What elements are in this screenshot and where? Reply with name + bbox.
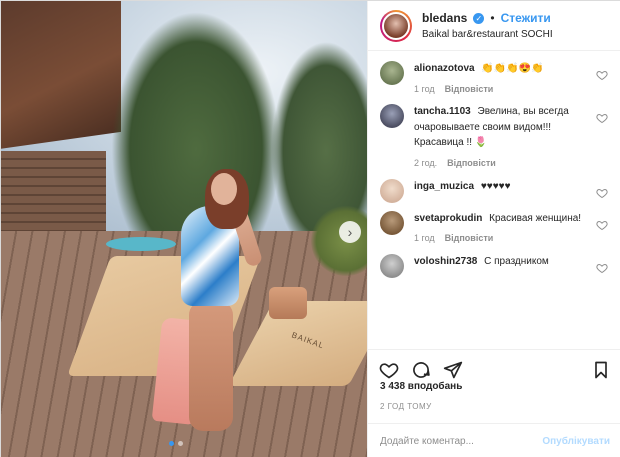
like-comment-heart-icon[interactable] [596,69,608,81]
comment-meta: 1 год Відповісти [414,232,581,246]
comment-avatar[interactable] [380,104,404,129]
header-text: bledans ✓ • Стежити Baikal bar&restauran… [422,11,553,40]
comment-item: alionazotova 👏👏👏😍👏 1 год Відповісти [380,61,610,96]
post-header: bledans ✓ • Стежити Baikal bar&restauran… [368,1,620,51]
like-comment-heart-icon[interactable] [596,219,608,231]
reply-button[interactable]: Відповісти [447,157,496,171]
comment-item: svetaprokudin Красивая женщина! 1 год Ві… [380,210,610,246]
comment-text: Красивая женщина! [489,212,582,224]
avatar[interactable] [382,11,410,40]
woman-legs [189,301,233,431]
share-paper-plane-icon[interactable] [442,359,464,381]
carousel-next-button[interactable]: › [339,221,361,243]
post-time[interactable]: 2 ГОД ТОМУ [380,402,432,411]
comment-time[interactable]: 1 год [414,232,435,246]
post-sidebar: bledans ✓ • Стежити Baikal bar&restauran… [367,1,620,457]
comments-list[interactable]: alionazotova 👏👏👏😍👏 1 год Відповісти tanc… [368,51,620,349]
comment-input[interactable] [380,435,533,447]
instagram-post: BAIKAL › bledans ✓ • Стежити Baikal bar&… [0,0,620,457]
comment-item: inga_muzica ♥♥♥♥♥ [380,178,610,203]
comment-body: voloshin2738 С праздником [414,254,549,278]
comment-body: alionazotova 👏👏👏😍👏 1 год Відповісти [414,61,544,96]
woman-head [211,173,237,205]
comment-username[interactable]: alionazotova [414,63,475,74]
reply-button[interactable]: Відповісти [445,83,494,97]
comment-avatar[interactable] [380,178,404,203]
user-row: bledans ✓ • Стежити [422,11,553,25]
pool [106,237,176,251]
post-photo[interactable]: BAIKAL › [1,1,367,457]
bookmark-icon[interactable] [590,359,612,381]
comment-avatar[interactable] [380,254,404,279]
location-link[interactable]: Baikal bar&restaurant SOCHI [422,29,553,40]
comment-time[interactable]: 1 год [414,83,435,97]
like-heart-icon[interactable] [378,359,400,381]
username-link[interactable]: bledans [422,11,467,25]
comment-username[interactable]: svetaprokudin [414,213,482,224]
like-comment-heart-icon[interactable] [596,187,608,199]
follow-button[interactable]: Стежити [501,11,551,25]
chevron-right-icon: › [347,224,353,240]
comment-avatar[interactable] [380,210,404,235]
carousel-dot [178,441,183,446]
comment-text: С праздником [484,256,549,268]
carousel-dot [169,441,174,446]
comment-text: 👏👏👏😍👏 [481,63,544,74]
reply-button[interactable]: Відповісти [445,232,494,246]
fence [1,151,106,236]
comment-time[interactable]: 2 год. [414,157,437,171]
comment-body: tancha.1103 Эвелина, вы всегда очаровыва… [414,104,588,170]
comment-username[interactable]: tancha.1103 [414,106,471,117]
stool [269,287,307,319]
separator-dot: • [490,11,495,25]
comment-text: ♥♥♥♥♥ [480,180,511,192]
tree [111,11,281,241]
comment-username[interactable]: voloshin2738 [414,256,477,267]
comment-body: svetaprokudin Красивая женщина! 1 год Ві… [414,211,581,246]
comment-bubble-icon[interactable] [410,359,432,381]
verified-badge-icon: ✓ [473,12,485,24]
carousel-dots [169,441,183,446]
story-ring[interactable] [380,9,412,42]
comment-meta: 1 год Відповісти [414,83,544,97]
comment-meta: 2 год. Відповісти [414,157,588,171]
like-comment-heart-icon[interactable] [596,262,608,274]
publish-button[interactable]: Опублікувати [542,436,610,447]
comment-composer: Опублікувати [368,423,620,457]
likes-count[interactable]: 3 438 вподобань [380,381,462,392]
comment-avatar[interactable] [380,61,404,85]
comment-item: voloshin2738 С праздником [380,254,610,279]
like-comment-heart-icon[interactable] [596,112,608,124]
comment-item: tancha.1103 Эвелина, вы всегда очаровыва… [380,104,610,170]
comment-body: inga_muzica ♥♥♥♥♥ [414,179,511,203]
roof [1,1,121,151]
comment-username[interactable]: inga_muzica [414,181,474,192]
